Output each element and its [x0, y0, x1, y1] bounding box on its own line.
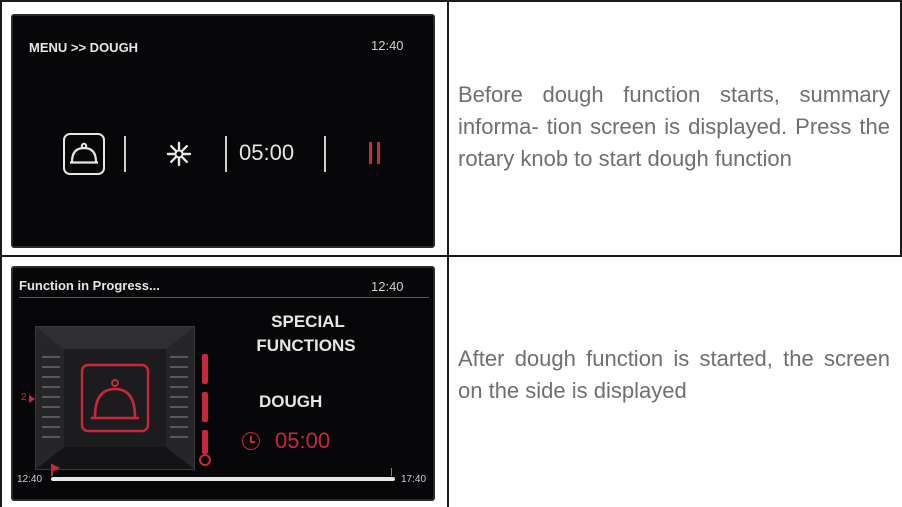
breadcrumb: MENU >> DOUGH [29, 40, 139, 55]
description-2: After dough function is started, the scr… [458, 346, 890, 403]
separator [324, 136, 326, 172]
clock-time: 12:40 [371, 38, 404, 53]
end-time: 17:40 [401, 474, 427, 485]
shelf-level-indicator: 2 [21, 392, 27, 403]
progress-end-marker-icon [391, 468, 395, 476]
separator [124, 136, 126, 172]
progress-track [51, 477, 395, 481]
table-border-row-divider [0, 255, 902, 257]
status-text: Function in Progress... [19, 278, 160, 293]
table-border-middle [447, 0, 449, 507]
oven-illustration [35, 326, 195, 470]
clock-icon [242, 432, 260, 450]
function-name: DOUGH [259, 392, 323, 411]
clock-time: 12:40 [371, 279, 404, 294]
summary-screen: MENU >> DOUGH 12:40 05:00 [11, 14, 435, 248]
duration-value[interactable]: 05:00 [239, 140, 294, 166]
header-divider [19, 297, 429, 298]
temperature-gauge [199, 354, 213, 470]
separator [225, 136, 227, 172]
start-time: 12:40 [17, 474, 43, 485]
description-1: Before dough function starts, summary in… [458, 82, 890, 171]
category-line-2: FUNCTIONS [256, 336, 356, 355]
fan-icon [165, 140, 193, 168]
timer-value: 05:00 [275, 428, 331, 453]
shelf-arrow-icon [29, 395, 35, 403]
category-line-1: SPECIAL [271, 312, 345, 331]
table-border-top [0, 0, 902, 2]
table-border-left [0, 0, 2, 507]
progress-screen: Function in Progress... 12:40 2 SPECIAL … [11, 266, 435, 501]
pause-icon[interactable] [369, 142, 383, 164]
dough-bell-icon[interactable] [63, 133, 105, 175]
progress-start-flag-icon [51, 464, 61, 476]
